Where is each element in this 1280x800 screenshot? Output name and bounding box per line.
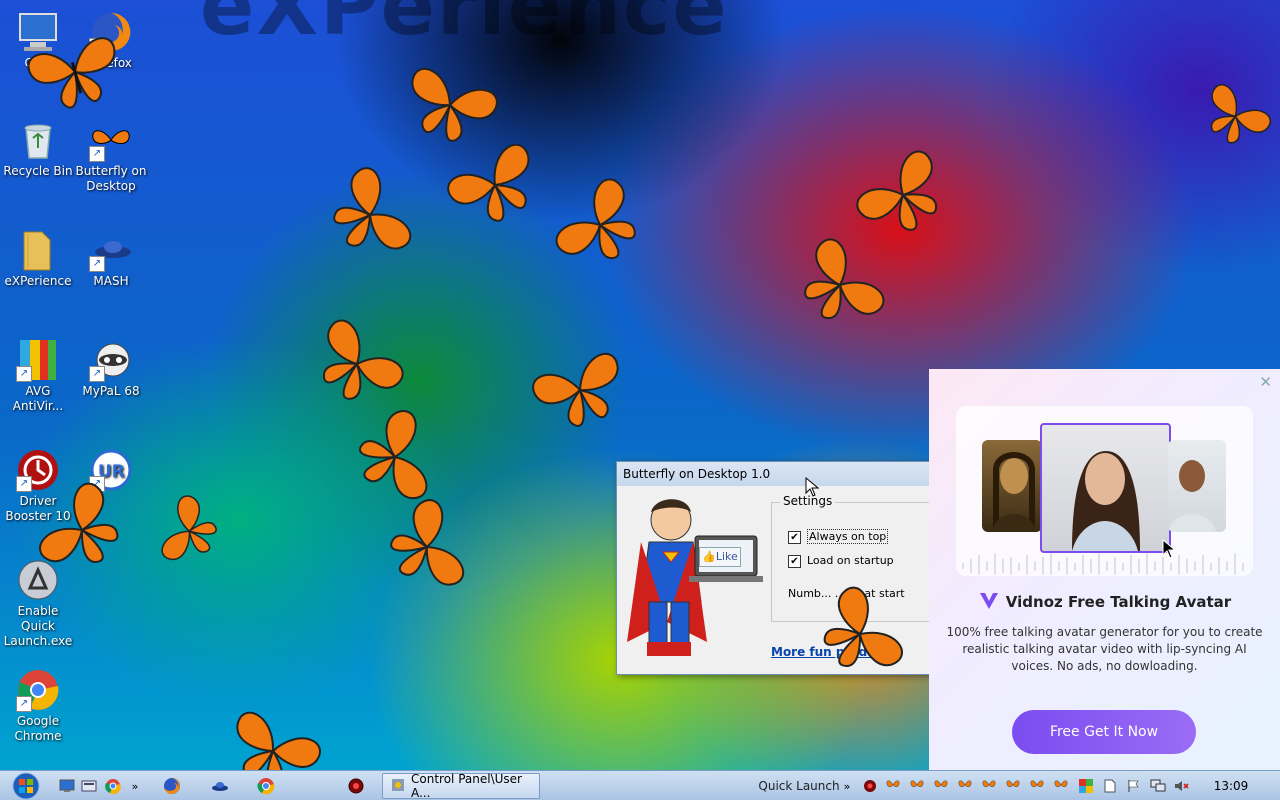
desktop-icon-google-chrome[interactable]: ↗ Google Chrome (0, 668, 76, 744)
butterfly-sprite[interactable] (28, 482, 136, 577)
butterfly-app-icon: ↗ (89, 118, 133, 162)
app-taskbar-icon[interactable] (344, 771, 368, 800)
desktop[interactable]: eXPerience Co... ↗ ...refox Recycle Bin … (0, 0, 1280, 770)
volume-muted-tray-icon[interactable] (1173, 771, 1191, 800)
desktop-icon-label: eXPerience (4, 274, 72, 288)
taskbar-window-button-control-panel[interactable]: Control Panel\User A... (382, 772, 540, 800)
avg-icon: ↗ (16, 338, 60, 382)
butterfly-sprite[interactable] (545, 170, 655, 280)
mypal-icon: ↗ (89, 338, 133, 382)
desktop-icon-recycle-bin[interactable]: Recycle Bin (0, 118, 76, 179)
butterfly-sprite[interactable] (385, 492, 470, 602)
popup-title-text: Vidnoz Free Talking Avatar (1005, 593, 1232, 611)
vidnoz-ad-popup[interactable]: ✕ Vidnoz Free Talking Avatar 100% free t… (929, 369, 1280, 770)
chrome-icon[interactable] (103, 771, 123, 800)
desktop-icon-avg[interactable]: ↗ AVG AntiVir... (0, 338, 76, 414)
butterfly-tray-icon[interactable] (1054, 779, 1068, 791)
firefox-taskbar-icon[interactable] (160, 771, 184, 800)
start-button[interactable] (2, 771, 50, 800)
desktop-icon-label: AVG AntiVir... (12, 384, 64, 413)
butterfly-sprite[interactable] (148, 490, 228, 575)
load-on-startup-label: Load on startup (807, 554, 894, 567)
desktop-icon-label: Google Chrome (14, 714, 62, 743)
butterfly-tray-icon[interactable] (886, 779, 900, 791)
control-panel-icon (391, 778, 405, 795)
window-button-label: Control Panel\User A... (411, 772, 522, 800)
desktop-icon-label: Enable Quick Launch.exe (3, 604, 73, 648)
recycle-bin-icon (16, 118, 60, 162)
quick-launch-label: Quick Launch (758, 779, 840, 793)
quick-launch-expand-icon[interactable]: » (840, 771, 854, 800)
butterfly-sprite[interactable] (790, 228, 890, 343)
butterfly-tray-icon[interactable] (934, 779, 948, 791)
mona-lisa-avatar-image (982, 440, 1042, 532)
free-get-it-now-button[interactable]: Free Get It Now (1012, 710, 1196, 754)
close-icon[interactable]: ✕ (1259, 375, 1272, 390)
butterfly-sprite[interactable] (218, 706, 328, 770)
like-label: Like (715, 550, 738, 563)
flag-tray-icon[interactable] (1125, 771, 1143, 800)
folder-icon (16, 228, 60, 272)
popup-title: Vidnoz Free Talking Avatar (929, 591, 1280, 615)
butterfly-tray-icon[interactable] (958, 779, 972, 791)
butterfly-sprite[interactable] (440, 140, 550, 235)
wallpaper-watermark: eXPerience (200, 0, 729, 53)
desktop-icon-experience[interactable]: eXPerience (0, 228, 76, 289)
quick-launch-overflow-icon[interactable]: » (128, 771, 142, 800)
clock[interactable]: 13:09 (1200, 771, 1262, 800)
mash-icon: ↗ (89, 228, 133, 272)
desktop-icon-label: Butterfly on Desktop (75, 164, 147, 193)
desktop-icon-mash[interactable]: ↗ MASH (73, 228, 149, 289)
like-button-graphic: 👍Like (699, 547, 741, 567)
desktop-icon-butterfly-on-desktop[interactable]: ↗ Butterfly on Desktop (73, 118, 149, 194)
taskbar: » Control Panel\User A... Quick Launch »… (0, 770, 1280, 800)
thumbs-up-icon: 👍 (702, 550, 716, 563)
always-on-top-label: Always on top (807, 529, 889, 544)
desktop-icon-label: MASH (93, 274, 129, 288)
butterfly-sprite[interactable] (810, 576, 910, 694)
butterfly-tray-icon[interactable] (1030, 779, 1044, 791)
load-on-startup-checkbox[interactable]: ✔ Load on startup (788, 554, 894, 568)
butterfly-sprite[interactable] (20, 32, 130, 112)
butterfly-sprite[interactable] (525, 340, 635, 440)
man-avatar-image (1168, 440, 1226, 532)
mash-taskbar-icon[interactable] (208, 771, 232, 800)
desktop-icon-label: MyPaL 68 (82, 384, 140, 398)
show-desktop-icon[interactable] (58, 771, 76, 800)
desktop-icon-mypal[interactable]: ↗ MyPaL 68 (73, 338, 149, 399)
butterfly-tray-icon[interactable] (982, 779, 996, 791)
mouse-cursor-icon (805, 477, 819, 497)
superhero-mascot-image (623, 490, 763, 665)
windows-logo-icon (12, 772, 40, 800)
chrome-taskbar-icon[interactable] (254, 771, 278, 800)
butterfly-tray-icon[interactable] (910, 779, 924, 791)
document-tray-icon[interactable] (1101, 771, 1119, 800)
checkmark-icon: ✔ (788, 554, 801, 568)
audio-waveform (962, 553, 1244, 575)
woman-avatar-image (1040, 423, 1171, 553)
butterfly-tray-icon[interactable] (1006, 779, 1020, 791)
explorer-icon[interactable] (80, 771, 98, 800)
app-tray-icon[interactable] (862, 771, 878, 800)
chrome-icon: ↗ (16, 668, 60, 712)
network-tray-icon[interactable] (1149, 771, 1167, 800)
butterfly-sprite[interactable] (1198, 75, 1276, 160)
desktop-icon-label: Recycle Bin (3, 164, 73, 178)
checkmark-icon: ✔ (788, 530, 801, 544)
butterfly-sprite[interactable] (320, 160, 420, 270)
color-picker-tray-icon[interactable] (1077, 771, 1095, 800)
popup-description: 100% free talking avatar generator for y… (946, 625, 1263, 673)
vidnoz-logo-icon (978, 591, 1000, 615)
dialog-title[interactable]: Butterfly on Desktop 1.0 (617, 462, 935, 486)
always-on-top-checkbox[interactable]: ✔ Always on top (788, 529, 889, 544)
mouse-cursor-icon (1162, 539, 1176, 559)
